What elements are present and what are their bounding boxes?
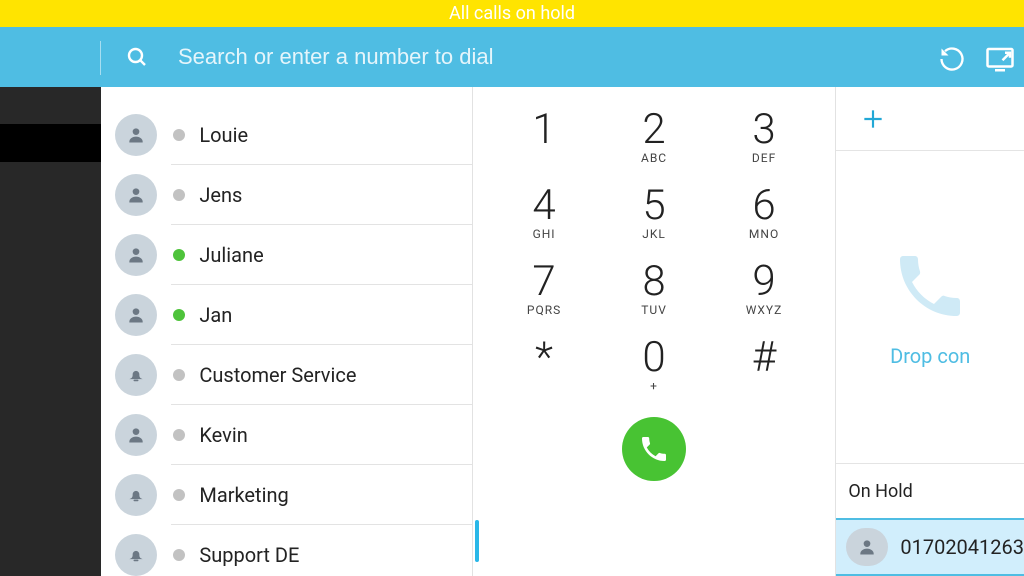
presence-dot [173, 249, 185, 261]
contacts-list: Louie Jens Juliane Jan Customer Service Kevin… [101, 87, 471, 576]
person-icon [115, 174, 157, 216]
onhold-call-row[interactable]: 01702041263 [836, 518, 1024, 576]
dial-key-digit: 1 [532, 109, 555, 151]
dial-key-letters: TUV [641, 303, 667, 317]
dial-key-digit: * [535, 337, 553, 379]
presence-dot [173, 189, 185, 201]
bell-icon [115, 534, 157, 576]
presence-dot [173, 429, 185, 441]
call-button[interactable] [622, 417, 686, 481]
presence-dot [173, 369, 185, 381]
contact-row[interactable]: Jan [101, 285, 471, 345]
retry-icon[interactable] [932, 39, 972, 79]
dial-key-0[interactable]: 0+ [599, 337, 709, 413]
dial-key-digit: 0 [642, 337, 665, 379]
contact-row[interactable]: Customer Service [101, 345, 471, 405]
dial-key-digit: 3 [752, 109, 775, 151]
dial-key-2[interactable]: 2ABC [599, 109, 709, 185]
dial-key-digit: 9 [752, 261, 775, 303]
onhold-call-number: 01702041263 [900, 535, 1024, 559]
hold-banner-text: All calls on hold [449, 3, 575, 24]
dial-key-1[interactable]: 1 [489, 109, 599, 185]
dialpad-active-marker [475, 520, 479, 562]
contact-row[interactable]: Marketing [101, 465, 471, 525]
contact-name: Louie [199, 123, 248, 147]
contact-row[interactable]: Support DE [101, 525, 471, 576]
presence-dot [173, 489, 185, 501]
dial-key-5[interactable]: 5JKL [599, 185, 709, 261]
dial-key-digit: 4 [532, 185, 555, 227]
dial-key-letters: + [650, 379, 658, 393]
hold-banner: All calls on hold [0, 0, 1024, 27]
contact-row[interactable]: Kevin [101, 405, 471, 465]
drop-zone[interactable]: Drop con [836, 151, 1024, 464]
bell-icon [115, 474, 157, 516]
dial-key-digit: 8 [642, 261, 665, 303]
dial-key-letters: ABC [641, 151, 667, 165]
contact-row[interactable]: Juliane [101, 225, 471, 285]
onhold-header: On Hold [836, 464, 1024, 518]
dial-key-digit: 7 [532, 261, 555, 303]
header-separator [100, 41, 101, 75]
bell-icon [115, 354, 157, 396]
call-panel: Drop con On Hold 01702041263 [835, 87, 1024, 576]
dial-key-9[interactable]: 9WXYZ [709, 261, 819, 337]
dial-key-letters: MNO [749, 227, 779, 241]
contact-name: Customer Service [199, 363, 356, 387]
contact-name: Kevin [199, 423, 247, 447]
dial-key-letters: JKL [642, 227, 666, 241]
dial-key-3[interactable]: 3DEF [709, 109, 819, 185]
dial-key-digit: # [752, 337, 776, 379]
contact-name: Support DE [199, 543, 299, 567]
avatar [846, 528, 888, 566]
dial-key-digit: 5 [642, 185, 665, 227]
person-icon [115, 414, 157, 456]
dial-key-digit: 2 [642, 109, 665, 151]
dial-key-#[interactable]: # [709, 337, 819, 413]
person-icon [115, 234, 157, 276]
person-icon [115, 294, 157, 336]
app-header [0, 27, 1024, 87]
presence-dot [173, 129, 185, 141]
nav-rail [0, 87, 101, 576]
contact-name: Juliane [199, 243, 263, 267]
dialpad: 12ABC3DEF4GHI5JKL6MNO7PQRS8TUV9WXYZ*0+# [472, 87, 836, 576]
person-icon [115, 114, 157, 156]
dial-key-8[interactable]: 8TUV [599, 261, 709, 337]
dial-key-letters: DEF [752, 151, 776, 165]
add-call-icon[interactable] [860, 106, 886, 132]
dial-key-*[interactable]: * [489, 337, 599, 413]
dial-key-4[interactable]: 4GHI [489, 185, 599, 261]
dial-key-letters: PQRS [527, 303, 561, 317]
onhold-header-text: On Hold [848, 481, 912, 502]
contact-name: Marketing [199, 483, 288, 507]
presence-dot [173, 309, 185, 321]
dial-key-6[interactable]: 6MNO [709, 185, 819, 261]
dial-key-letters: WXYZ [746, 303, 783, 317]
nav-rail-selection [0, 124, 101, 162]
dial-key-letters: GHI [533, 227, 556, 241]
contact-name: Jens [199, 183, 242, 207]
search-input[interactable] [178, 35, 904, 79]
contact-row[interactable]: Louie [101, 105, 471, 165]
add-call-row [836, 87, 1024, 151]
transfer-to-screen-icon[interactable] [980, 39, 1020, 79]
dial-key-7[interactable]: 7PQRS [489, 261, 599, 337]
dial-key-digit: 6 [752, 185, 775, 227]
search-icon[interactable] [125, 45, 149, 69]
drop-zone-label: Drop con [890, 344, 970, 368]
contact-name: Jan [199, 303, 232, 327]
contact-row[interactable]: Jens [101, 165, 471, 225]
presence-dot [173, 549, 185, 561]
